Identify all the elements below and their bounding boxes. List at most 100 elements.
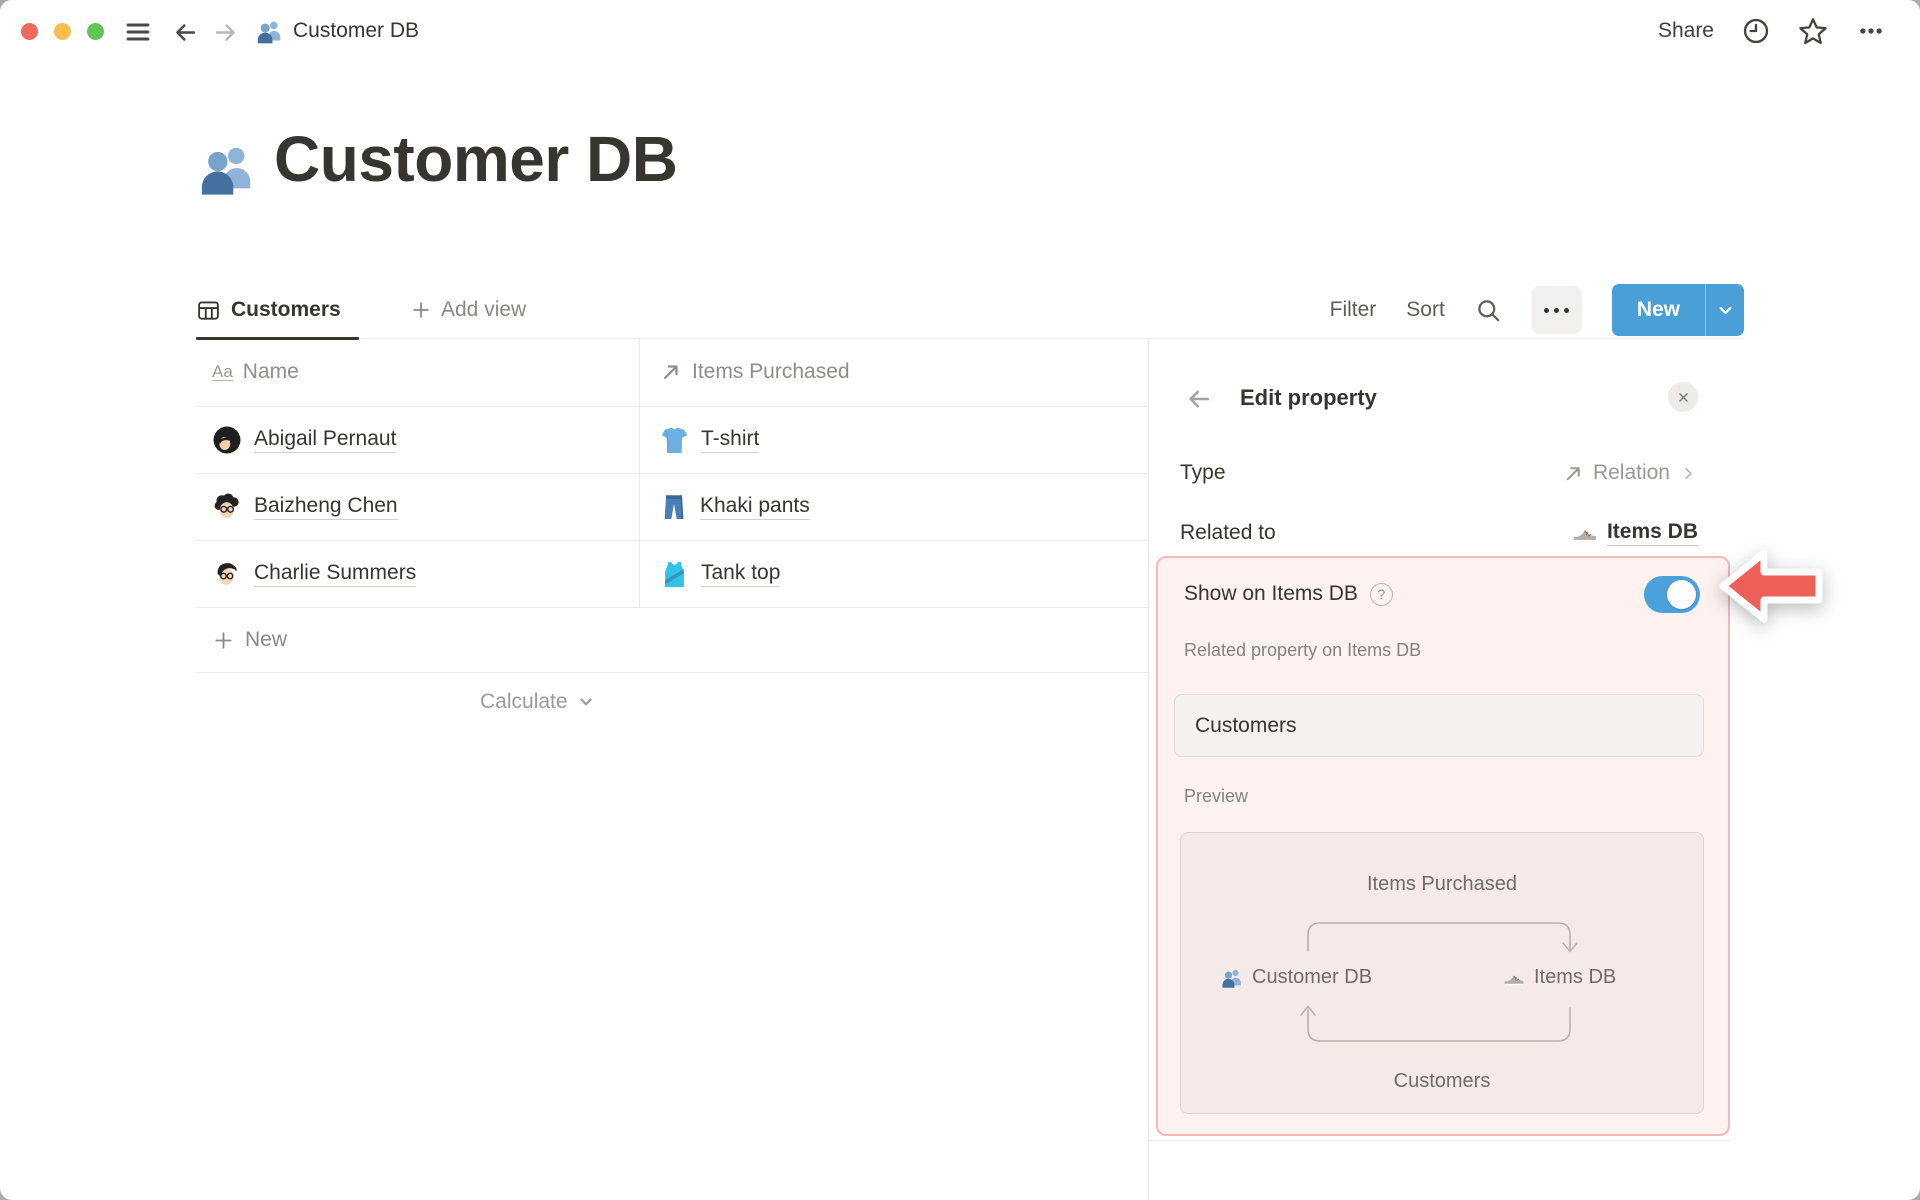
back-button[interactable] (170, 17, 200, 47)
relation-link[interactable]: Khaki pants (700, 494, 810, 520)
preview-top-property: Items Purchased (1366, 873, 1518, 895)
preview-db-row: Customer DB Items DB (1181, 966, 1703, 994)
panel-close-button[interactable] (1668, 382, 1698, 412)
annotation-arrow-left-icon (1719, 549, 1823, 623)
share-button[interactable]: Share (1658, 19, 1714, 43)
plus-icon (410, 299, 432, 321)
relation-cell[interactable]: T-shirt (640, 407, 1148, 473)
related-to-label: Related to (1180, 521, 1276, 544)
calculate-label: Calculate (480, 690, 568, 713)
column-label: Items Purchased (692, 360, 850, 383)
name-cell[interactable]: Charlie Summers (196, 541, 640, 607)
chevron-down-icon (576, 692, 596, 712)
show-on-items-db-label: Show on Items DB (1184, 582, 1358, 605)
database-table: Aa Name Items Purchased Abigail Pernaut … (196, 338, 1148, 731)
minimize-window-button[interactable] (54, 23, 71, 40)
avatar (212, 492, 242, 522)
forward-button[interactable] (210, 17, 240, 47)
column-header-name[interactable]: Aa Name (196, 338, 640, 406)
property-type-row[interactable]: Type Relation (1180, 456, 1698, 490)
people-icon (1221, 967, 1243, 989)
type-label: Type (1180, 461, 1226, 484)
table-row: Baizheng Chen Khaki pants (196, 474, 1148, 541)
app-window: Customer DB Share Customer DB Customers … (0, 0, 1920, 1200)
related-db-link[interactable]: Items DB (1606, 520, 1698, 546)
new-button[interactable]: New (1611, 284, 1744, 336)
tab-label: Customers (231, 298, 341, 321)
plus-icon (212, 629, 235, 652)
chevron-right-icon (1679, 464, 1698, 483)
back-icon (172, 19, 199, 46)
preview-customer-db: Customer DB (1221, 966, 1372, 989)
star-icon[interactable] (1798, 16, 1828, 46)
help-icon[interactable]: ? (1369, 582, 1393, 606)
new-dropdown-button[interactable] (1706, 284, 1744, 336)
view-bar-controls: Filter Sort New (1330, 282, 1744, 338)
column-label: Name (242, 360, 299, 383)
panel-title: Edit property (1240, 385, 1377, 410)
text-type-icon: Aa (212, 361, 233, 382)
toggle-knob (1667, 579, 1696, 609)
panel-back-button[interactable] (1184, 384, 1214, 414)
highlighted-section: Show on Items DB ? Related property on I… (1156, 556, 1730, 1136)
add-view-button[interactable]: Add view (410, 282, 526, 338)
menu-icon (124, 18, 152, 46)
page-link[interactable]: Charlie Summers (254, 561, 417, 587)
chevron-down-icon (1715, 300, 1736, 321)
zoom-window-button[interactable] (87, 23, 104, 40)
new-row-label: New (245, 628, 288, 651)
name-cell[interactable]: Abigail Pernaut (196, 407, 640, 473)
preview-bottom-property: Customers (1393, 1070, 1491, 1092)
new-button-label[interactable]: New (1612, 284, 1705, 336)
sneaker-icon (1572, 520, 1598, 546)
page-link[interactable]: Abigail Pernaut (254, 427, 397, 453)
type-value: Relation (1592, 461, 1670, 484)
relation-cell[interactable]: Khaki pants (640, 474, 1148, 540)
sidebar-menu-button[interactable] (123, 17, 153, 47)
view-options-button[interactable] (1531, 286, 1582, 334)
titlebar: Customer DB Share (0, 0, 1920, 62)
tshirt-icon (660, 426, 689, 455)
sort-button[interactable]: Sort (1406, 298, 1445, 322)
page-icon-people[interactable] (198, 140, 256, 198)
related-to-row[interactable]: Related to Items DB (1180, 516, 1698, 550)
related-property-input[interactable] (1174, 694, 1704, 757)
traffic-lights (21, 23, 104, 40)
name-cell[interactable]: Baizheng Chen (196, 474, 640, 540)
view-bar: Customers Add view Filter Sort New (196, 282, 1744, 340)
preview-items-db-label: Items DB (1534, 966, 1617, 988)
related-property-label: Related property on Items DB (1184, 640, 1422, 660)
section-divider (1148, 1140, 1730, 1141)
breadcrumb[interactable]: Customer DB (256, 16, 419, 46)
sneaker-icon (1503, 967, 1525, 989)
preview-label: Preview (1184, 786, 1249, 806)
relation-arrow-icon (1563, 463, 1584, 484)
new-row-button[interactable]: New (196, 608, 1148, 673)
titlebar-actions: Share (1658, 16, 1886, 46)
calculate-button[interactable]: Calculate (196, 673, 1148, 731)
relation-link[interactable]: T-shirt (701, 427, 760, 453)
tab-customers[interactable]: Customers (196, 282, 359, 340)
add-view-label: Add view (441, 298, 527, 321)
back-icon (1185, 385, 1213, 413)
close-window-button[interactable] (21, 23, 38, 40)
relation-arrow-icon (660, 361, 682, 383)
ellipsis-icon[interactable] (1856, 16, 1886, 46)
clock-icon[interactable] (1742, 17, 1770, 45)
relation-link[interactable]: Tank top (701, 561, 781, 587)
show-on-items-db-toggle[interactable] (1644, 575, 1700, 613)
page-link[interactable]: Baizheng Chen (254, 494, 398, 520)
page-title[interactable]: Customer DB (274, 122, 678, 196)
table-row: Abigail Pernaut T-shirt (196, 407, 1148, 474)
relation-cell[interactable]: Tank top (640, 541, 1148, 607)
filter-button[interactable]: Filter (1330, 298, 1377, 322)
table-row: Charlie Summers Tank top (196, 541, 1148, 608)
jeans-icon (660, 493, 688, 521)
avatar (212, 425, 242, 455)
people-icon (256, 18, 283, 45)
panel-divider (1148, 338, 1149, 1200)
column-header-items-purchased[interactable]: Items Purchased (640, 338, 1148, 406)
breadcrumb-title: Customer DB (293, 19, 420, 42)
search-icon[interactable] (1475, 297, 1502, 324)
relation-preview-diagram: Items Purchased Customer DB Items DB Cus… (1180, 832, 1704, 1114)
